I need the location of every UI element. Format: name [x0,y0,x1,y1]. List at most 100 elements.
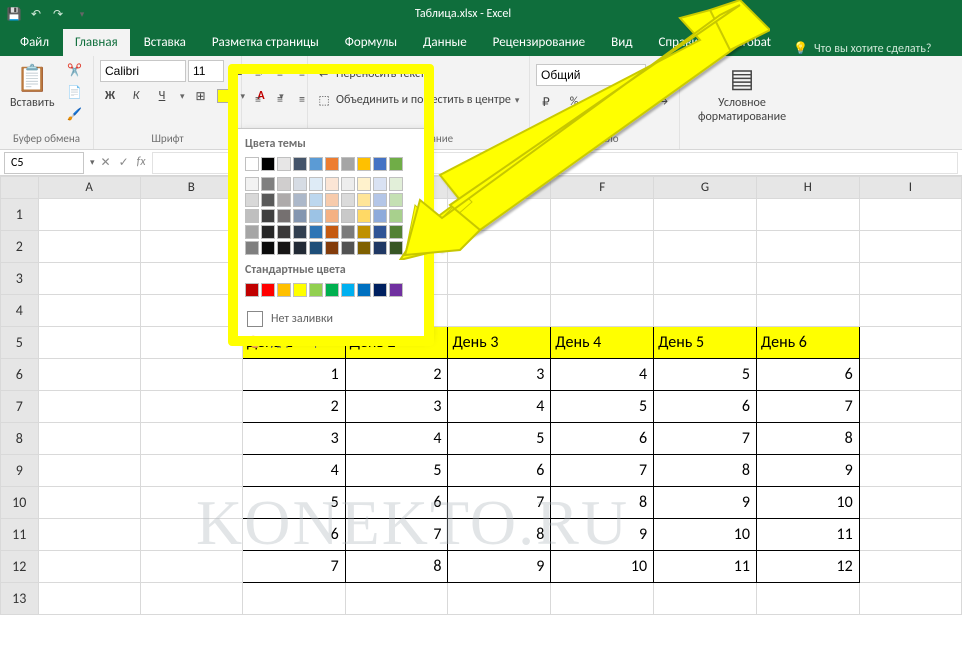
cell[interactable]: 6 [345,487,448,519]
cell[interactable]: 4 [242,455,345,487]
cell[interactable] [859,263,961,295]
cell[interactable]: День 3 [448,327,551,359]
cell[interactable] [345,583,448,615]
align-middle-icon[interactable]: ≡ [270,64,290,84]
cell[interactable] [38,359,140,391]
tab-data[interactable]: Данные [411,29,479,56]
fill-color-button[interactable] [217,89,233,103]
color-swatch[interactable] [325,177,339,191]
cell[interactable]: 9 [448,551,551,583]
undo-icon[interactable]: ↶ [28,6,44,22]
cell[interactable]: День 5 [654,327,757,359]
cell[interactable]: 10 [756,487,859,519]
cell[interactable] [654,295,757,327]
col-I[interactable]: I [859,177,961,199]
cell[interactable]: 9 [551,519,654,551]
color-swatch[interactable] [245,283,259,297]
cell[interactable]: 7 [654,423,757,455]
color-swatch[interactable] [261,209,275,223]
cell[interactable] [140,327,242,359]
cell[interactable]: 5 [551,391,654,423]
color-swatch[interactable] [277,209,291,223]
tab-help[interactable]: Справка [646,29,715,56]
row-10[interactable]: 10 [1,487,39,519]
cell[interactable]: 5 [654,359,757,391]
cell[interactable] [756,263,859,295]
merge-dropdown-icon[interactable]: ▾ [515,95,520,106]
cell[interactable]: 3 [242,423,345,455]
tab-view[interactable]: Вид [599,29,644,56]
cell[interactable]: 11 [654,551,757,583]
cell[interactable]: 1 [242,359,345,391]
color-swatch[interactable] [341,225,355,239]
color-swatch[interactable] [389,225,403,239]
color-swatch[interactable] [293,157,307,171]
cell[interactable] [140,519,242,551]
cell[interactable] [859,231,961,263]
row-5[interactable]: 5 [1,327,39,359]
color-swatch[interactable] [261,157,275,171]
tab-review[interactable]: Рецензирование [481,29,597,56]
cell[interactable] [242,583,345,615]
select-all-corner[interactable] [1,177,39,199]
number-format-dropdown-icon[interactable]: ▾ [650,70,655,81]
cell[interactable] [38,199,140,231]
row-2[interactable]: 2 [1,231,39,263]
cell[interactable]: 9 [756,455,859,487]
color-swatch[interactable] [325,193,339,207]
color-swatch[interactable] [277,177,291,191]
cell[interactable] [448,583,551,615]
align-center-icon[interactable]: ≡ [270,90,290,110]
cell[interactable] [448,295,551,327]
cell[interactable]: 7 [448,487,551,519]
color-swatch[interactable] [277,283,291,297]
cell[interactable]: 10 [654,519,757,551]
color-swatch[interactable] [341,193,355,207]
wrap-text-button[interactable]: ↩ Переносить текст [314,64,425,84]
cell[interactable] [38,263,140,295]
cell[interactable] [38,327,140,359]
merge-center-button[interactable]: ⬚ Объединить и поместить в центре ▾ [314,90,519,110]
color-swatch[interactable] [373,157,387,171]
cell[interactable]: 9 [654,487,757,519]
cell[interactable]: 7 [756,391,859,423]
cancel-icon[interactable]: ✕ [101,155,111,170]
cell[interactable]: 2 [345,359,448,391]
format-painter-icon[interactable]: 🖌️ [65,104,85,124]
tell-me-box[interactable]: 💡 Что вы хотите сделать? [793,41,931,56]
cell[interactable] [859,359,961,391]
cell[interactable]: 4 [345,423,448,455]
increase-decimal-icon[interactable]: .0← [620,92,640,112]
color-swatch[interactable] [325,209,339,223]
color-swatch[interactable] [261,241,275,255]
color-swatch[interactable] [261,193,275,207]
cell[interactable] [859,295,961,327]
cell[interactable] [448,231,551,263]
color-swatch[interactable] [245,193,259,207]
cell[interactable] [448,199,551,231]
row-13[interactable]: 13 [1,583,39,615]
cell[interactable] [859,487,961,519]
grid[interactable]: A B C D E F G H I 12345День 1День 2День … [0,176,962,615]
cell[interactable]: 12 [756,551,859,583]
col-B[interactable]: B [140,177,242,199]
color-swatch[interactable] [277,241,291,255]
color-swatch[interactable] [357,209,371,223]
cell[interactable] [140,455,242,487]
cell[interactable] [859,455,961,487]
conditional-formatting-button[interactable]: ▤ Условное форматирование [694,60,790,126]
row-7[interactable]: 7 [1,391,39,423]
color-swatch[interactable] [261,283,275,297]
cell[interactable]: 7 [242,551,345,583]
cell[interactable] [756,295,859,327]
cell[interactable] [38,391,140,423]
no-fill-item[interactable]: Нет заливки [245,307,419,331]
color-swatch[interactable] [325,225,339,239]
decrease-decimal-icon[interactable]: .0→ [648,92,668,112]
cell[interactable]: 8 [654,455,757,487]
row-9[interactable]: 9 [1,455,39,487]
col-E[interactable]: E [448,177,551,199]
color-swatch[interactable] [373,209,387,223]
currency-icon[interactable]: ₽ [536,92,556,112]
color-swatch[interactable] [357,157,371,171]
